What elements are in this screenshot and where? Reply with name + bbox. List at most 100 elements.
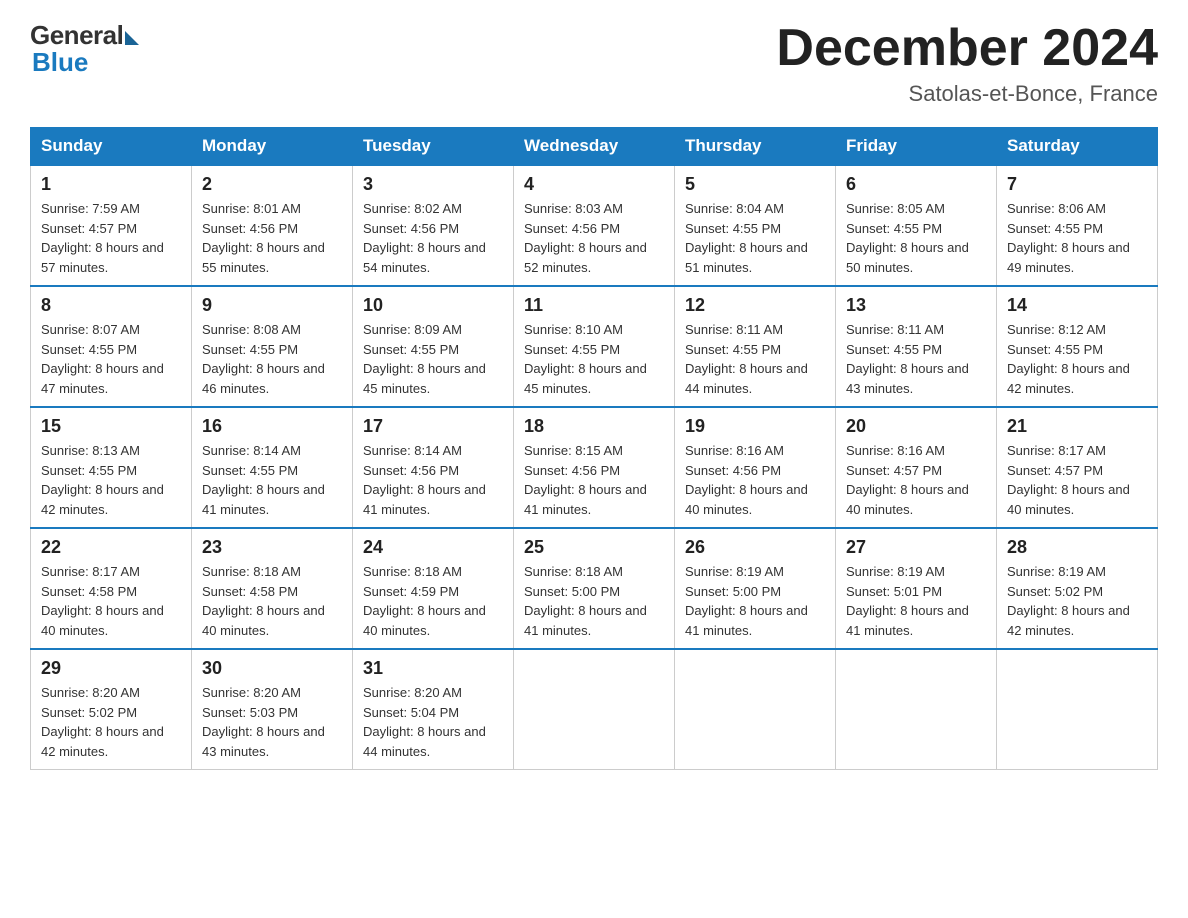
- table-row: 9 Sunrise: 8:08 AM Sunset: 4:55 PM Dayli…: [192, 286, 353, 407]
- table-row: 7 Sunrise: 8:06 AM Sunset: 4:55 PM Dayli…: [997, 165, 1158, 286]
- day-number: 29: [41, 658, 181, 679]
- day-number: 31: [363, 658, 503, 679]
- sunset-label: Sunset: 4:57 PM: [41, 221, 137, 236]
- sunset-label: Sunset: 4:55 PM: [685, 342, 781, 357]
- daylight-label: Daylight: 8 hours and 40 minutes.: [202, 603, 325, 638]
- table-row: 24 Sunrise: 8:18 AM Sunset: 4:59 PM Dayl…: [353, 528, 514, 649]
- daylight-label: Daylight: 8 hours and 41 minutes.: [202, 482, 325, 517]
- sunset-label: Sunset: 5:02 PM: [41, 705, 137, 720]
- day-number: 10: [363, 295, 503, 316]
- table-row: 17 Sunrise: 8:14 AM Sunset: 4:56 PM Dayl…: [353, 407, 514, 528]
- day-info: Sunrise: 8:14 AM Sunset: 4:56 PM Dayligh…: [363, 441, 503, 519]
- table-row: 6 Sunrise: 8:05 AM Sunset: 4:55 PM Dayli…: [836, 165, 997, 286]
- day-number: 4: [524, 174, 664, 195]
- daylight-label: Daylight: 8 hours and 46 minutes.: [202, 361, 325, 396]
- table-row: 12 Sunrise: 8:11 AM Sunset: 4:55 PM Dayl…: [675, 286, 836, 407]
- table-row: 26 Sunrise: 8:19 AM Sunset: 5:00 PM Dayl…: [675, 528, 836, 649]
- table-row: 19 Sunrise: 8:16 AM Sunset: 4:56 PM Dayl…: [675, 407, 836, 528]
- header-wednesday: Wednesday: [514, 128, 675, 166]
- daylight-label: Daylight: 8 hours and 40 minutes.: [846, 482, 969, 517]
- table-row: 13 Sunrise: 8:11 AM Sunset: 4:55 PM Dayl…: [836, 286, 997, 407]
- day-number: 12: [685, 295, 825, 316]
- sunset-label: Sunset: 4:55 PM: [41, 463, 137, 478]
- daylight-label: Daylight: 8 hours and 42 minutes.: [1007, 361, 1130, 396]
- table-row: 1 Sunrise: 7:59 AM Sunset: 4:57 PM Dayli…: [31, 165, 192, 286]
- daylight-label: Daylight: 8 hours and 51 minutes.: [685, 240, 808, 275]
- sunset-label: Sunset: 4:55 PM: [202, 463, 298, 478]
- sunset-label: Sunset: 4:55 PM: [41, 342, 137, 357]
- sunrise-label: Sunrise: 8:15 AM: [524, 443, 623, 458]
- day-info: Sunrise: 8:09 AM Sunset: 4:55 PM Dayligh…: [363, 320, 503, 398]
- day-info: Sunrise: 8:16 AM Sunset: 4:57 PM Dayligh…: [846, 441, 986, 519]
- sunrise-label: Sunrise: 8:07 AM: [41, 322, 140, 337]
- table-row: 10 Sunrise: 8:09 AM Sunset: 4:55 PM Dayl…: [353, 286, 514, 407]
- sunrise-label: Sunrise: 8:17 AM: [41, 564, 140, 579]
- table-row: 31 Sunrise: 8:20 AM Sunset: 5:04 PM Dayl…: [353, 649, 514, 770]
- header-thursday: Thursday: [675, 128, 836, 166]
- day-number: 16: [202, 416, 342, 437]
- day-info: Sunrise: 8:14 AM Sunset: 4:55 PM Dayligh…: [202, 441, 342, 519]
- daylight-label: Daylight: 8 hours and 45 minutes.: [524, 361, 647, 396]
- sunset-label: Sunset: 4:55 PM: [846, 342, 942, 357]
- sunset-label: Sunset: 5:04 PM: [363, 705, 459, 720]
- calendar-body: 1 Sunrise: 7:59 AM Sunset: 4:57 PM Dayli…: [31, 165, 1158, 770]
- sunrise-label: Sunrise: 8:18 AM: [363, 564, 462, 579]
- sunset-label: Sunset: 4:57 PM: [1007, 463, 1103, 478]
- sunrise-label: Sunrise: 8:20 AM: [41, 685, 140, 700]
- sunset-label: Sunset: 5:01 PM: [846, 584, 942, 599]
- day-number: 19: [685, 416, 825, 437]
- day-info: Sunrise: 8:15 AM Sunset: 4:56 PM Dayligh…: [524, 441, 664, 519]
- day-number: 3: [363, 174, 503, 195]
- sunrise-label: Sunrise: 8:11 AM: [846, 322, 944, 337]
- header-tuesday: Tuesday: [353, 128, 514, 166]
- day-number: 17: [363, 416, 503, 437]
- daylight-label: Daylight: 8 hours and 42 minutes.: [1007, 603, 1130, 638]
- sunset-label: Sunset: 4:58 PM: [41, 584, 137, 599]
- day-info: Sunrise: 8:11 AM Sunset: 4:55 PM Dayligh…: [685, 320, 825, 398]
- sunset-label: Sunset: 4:57 PM: [846, 463, 942, 478]
- daylight-label: Daylight: 8 hours and 54 minutes.: [363, 240, 486, 275]
- sunset-label: Sunset: 4:56 PM: [363, 221, 459, 236]
- sunrise-label: Sunrise: 8:04 AM: [685, 201, 784, 216]
- day-number: 1: [41, 174, 181, 195]
- header-saturday: Saturday: [997, 128, 1158, 166]
- sunrise-label: Sunrise: 8:09 AM: [363, 322, 462, 337]
- sunset-label: Sunset: 5:03 PM: [202, 705, 298, 720]
- day-number: 23: [202, 537, 342, 558]
- sunset-label: Sunset: 4:55 PM: [685, 221, 781, 236]
- month-title: December 2024: [776, 20, 1158, 77]
- daylight-label: Daylight: 8 hours and 42 minutes.: [41, 724, 164, 759]
- day-info: Sunrise: 8:08 AM Sunset: 4:55 PM Dayligh…: [202, 320, 342, 398]
- day-info: Sunrise: 8:13 AM Sunset: 4:55 PM Dayligh…: [41, 441, 181, 519]
- daylight-label: Daylight: 8 hours and 40 minutes.: [685, 482, 808, 517]
- day-info: Sunrise: 8:20 AM Sunset: 5:03 PM Dayligh…: [202, 683, 342, 761]
- sunset-label: Sunset: 4:56 PM: [524, 221, 620, 236]
- table-row: 11 Sunrise: 8:10 AM Sunset: 4:55 PM Dayl…: [514, 286, 675, 407]
- daylight-label: Daylight: 8 hours and 45 minutes.: [363, 361, 486, 396]
- day-info: Sunrise: 8:01 AM Sunset: 4:56 PM Dayligh…: [202, 199, 342, 277]
- sunrise-label: Sunrise: 8:14 AM: [202, 443, 301, 458]
- day-number: 14: [1007, 295, 1147, 316]
- sunrise-label: Sunrise: 8:19 AM: [685, 564, 784, 579]
- daylight-label: Daylight: 8 hours and 41 minutes.: [524, 482, 647, 517]
- day-info: Sunrise: 8:20 AM Sunset: 5:04 PM Dayligh…: [363, 683, 503, 761]
- sunrise-label: Sunrise: 8:12 AM: [1007, 322, 1106, 337]
- day-number: 20: [846, 416, 986, 437]
- table-row: 4 Sunrise: 8:03 AM Sunset: 4:56 PM Dayli…: [514, 165, 675, 286]
- header-sunday: Sunday: [31, 128, 192, 166]
- daylight-label: Daylight: 8 hours and 40 minutes.: [41, 603, 164, 638]
- daylight-label: Daylight: 8 hours and 41 minutes.: [685, 603, 808, 638]
- sunrise-label: Sunrise: 8:20 AM: [202, 685, 301, 700]
- sunrise-label: Sunrise: 8:10 AM: [524, 322, 623, 337]
- daylight-label: Daylight: 8 hours and 57 minutes.: [41, 240, 164, 275]
- sunrise-label: Sunrise: 8:14 AM: [363, 443, 462, 458]
- table-row: 18 Sunrise: 8:15 AM Sunset: 4:56 PM Dayl…: [514, 407, 675, 528]
- day-info: Sunrise: 8:19 AM Sunset: 5:02 PM Dayligh…: [1007, 562, 1147, 640]
- day-info: Sunrise: 8:18 AM Sunset: 4:58 PM Dayligh…: [202, 562, 342, 640]
- page-header: General Blue December 2024 Satolas-et-Bo…: [30, 20, 1158, 107]
- table-row: 29 Sunrise: 8:20 AM Sunset: 5:02 PM Dayl…: [31, 649, 192, 770]
- sunset-label: Sunset: 4:56 PM: [363, 463, 459, 478]
- day-number: 25: [524, 537, 664, 558]
- day-info: Sunrise: 8:06 AM Sunset: 4:55 PM Dayligh…: [1007, 199, 1147, 277]
- sunrise-label: Sunrise: 8:16 AM: [685, 443, 784, 458]
